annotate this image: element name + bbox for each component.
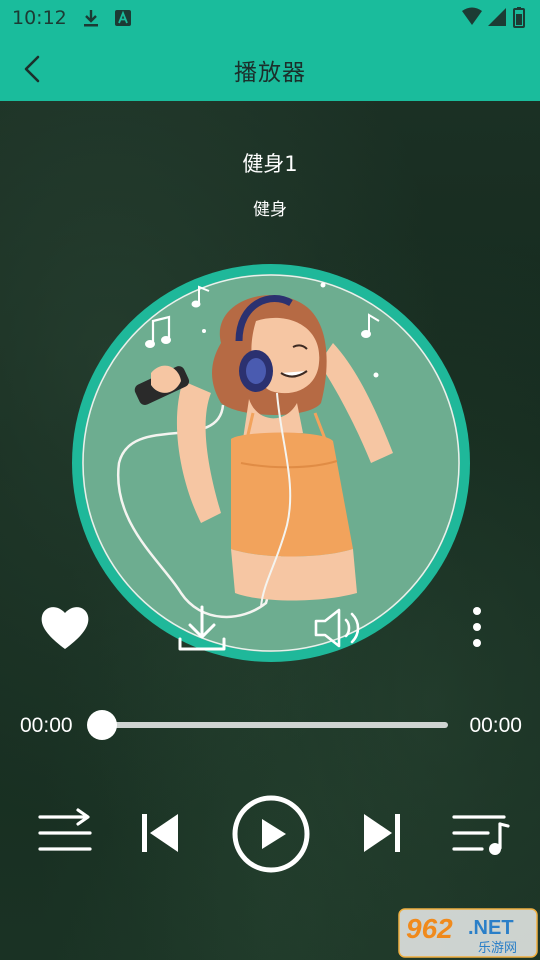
watermark-suffix: .NET	[468, 917, 514, 939]
progress-thumb[interactable]	[87, 710, 117, 740]
next-button[interactable]	[360, 810, 404, 856]
download-button[interactable]	[176, 603, 228, 653]
shuffle-icon	[38, 808, 92, 851]
wifi-icon	[462, 7, 482, 25]
status-bar: 10:12	[0, 0, 540, 36]
volume-button[interactable]	[312, 604, 368, 652]
more-vertical-icon	[473, 607, 481, 647]
a-badge-icon	[115, 10, 131, 26]
previous-button[interactable]	[138, 810, 182, 856]
album-art-disc	[72, 264, 470, 662]
watermark-number: 962	[406, 913, 453, 944]
app-bar: 播放器	[0, 36, 540, 101]
page-title: 播放器	[234, 60, 306, 86]
play-button[interactable]	[230, 793, 312, 875]
song-title: 健身1	[242, 152, 298, 176]
volume-icon	[314, 608, 360, 648]
progress-slider[interactable]	[87, 710, 448, 740]
elapsed-time: 00:00	[20, 714, 73, 737]
watermark-caption: 乐游网	[478, 941, 517, 956]
previous-icon	[142, 814, 178, 852]
status-time: 10:12	[12, 7, 67, 29]
favorite-button[interactable]	[38, 603, 92, 653]
battery-icon	[513, 7, 525, 28]
download-icon	[178, 605, 226, 651]
heart-icon	[41, 607, 89, 649]
site-watermark: 962 .NET 乐游网	[398, 908, 538, 958]
song-artist: 健身	[253, 200, 287, 220]
playlist-icon	[452, 815, 510, 851]
download-status-icon	[84, 10, 98, 27]
signal-icon	[488, 8, 506, 26]
play-icon	[262, 819, 286, 849]
more-options-button[interactable]	[462, 605, 492, 651]
next-icon	[364, 814, 400, 852]
playlist-button[interactable]	[450, 808, 510, 858]
total-time: 00:00	[469, 714, 522, 737]
system-status-icons	[462, 7, 525, 28]
play-mode-button[interactable]	[36, 808, 94, 858]
